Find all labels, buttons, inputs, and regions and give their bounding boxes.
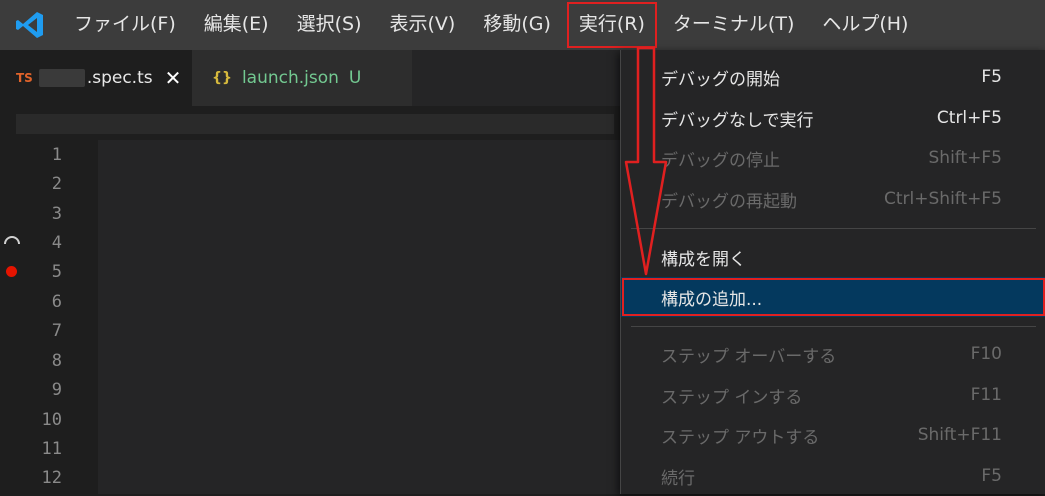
menu-bar: ファイル(F) 編集(E) 選択(S) 表示(V) 移動(G) 実行(R) ター…: [0, 0, 1045, 50]
menu-item-stop-debugging: デバッグの停止 Shift+F5: [661, 148, 1002, 171]
menu-edit[interactable]: 編集(E): [190, 0, 283, 50]
menu-go[interactable]: 移動(G): [469, 0, 565, 50]
menu-run[interactable]: 実行(R): [565, 0, 659, 50]
menu-item-step-out: ステップ アウトする Shift+F11: [661, 425, 1002, 448]
breadcrumb: [0, 106, 620, 140]
menu-item-step-into: ステップ インする F11: [661, 385, 1002, 408]
tab-spec-ts[interactable]: TS .spec.ts ✕: [0, 50, 192, 106]
typescript-file-icon: TS: [16, 71, 33, 85]
menu-item-run-without-debugging[interactable]: デバッグなしで実行 Ctrl+F5: [621, 98, 1045, 138]
menu-item-step-over: ステップ オーバーする F10: [661, 344, 1002, 367]
menu-item-open-configurations[interactable]: 構成を開く: [621, 237, 1045, 277]
menu-item-restart-debugging: デバッグの再起動 Ctrl+Shift+F5: [661, 189, 1002, 212]
line-number: 1: [51, 145, 62, 165]
menu-terminal[interactable]: ターミナル(T): [659, 0, 808, 50]
menu-item-start-debugging[interactable]: デバッグの開始 F5: [621, 57, 1045, 97]
tab-label: .spec.ts: [86, 68, 153, 88]
run-menu-dropdown: デバッグの開始 F5 デバッグなしで実行 Ctrl+F5 デバッグの停止 Shi…: [620, 50, 1045, 494]
menu-item-add-configuration[interactable]: 構成の追加...: [621, 277, 1045, 317]
vscode-logo-icon: [0, 0, 60, 50]
json-file-icon: {}: [212, 70, 232, 86]
editor-gutter: 1 2 3 4 5 6 7 8 9 10 11 12: [0, 140, 98, 494]
untracked-badge: U: [348, 68, 362, 88]
line-number: 2: [51, 174, 62, 194]
breadcrumb-strip: [16, 114, 614, 134]
line-number: 12: [41, 468, 62, 488]
editor-text-area[interactable]: [98, 140, 620, 494]
tab-label: launch.json: [241, 68, 339, 88]
close-icon[interactable]: ✕: [165, 66, 182, 90]
menu-selection[interactable]: 選択(S): [283, 0, 376, 50]
breakpoint-icon[interactable]: [6, 266, 17, 277]
line-number: 8: [51, 351, 62, 371]
line-number: 7: [51, 321, 62, 341]
line-number: 9: [51, 380, 62, 400]
tab-launch-json[interactable]: {} launch.json U: [192, 50, 412, 106]
fold-arc-icon: [4, 236, 20, 245]
line-number: 3: [51, 204, 62, 224]
redacted-filename: [38, 69, 85, 87]
line-number: 6: [51, 292, 62, 312]
menu-help[interactable]: ヘルプ(H): [808, 0, 922, 50]
line-number: 11: [41, 439, 62, 459]
menu-view[interactable]: 表示(V): [376, 0, 470, 50]
menu-separator: [631, 228, 1036, 229]
line-number: 10: [41, 410, 62, 430]
menu-item-continue: 続行 F5: [661, 466, 1002, 489]
tab-bar: TS .spec.ts ✕ {} launch.json U: [0, 50, 620, 106]
menu-file[interactable]: ファイル(F): [60, 0, 190, 50]
menu-separator: [631, 326, 1036, 327]
